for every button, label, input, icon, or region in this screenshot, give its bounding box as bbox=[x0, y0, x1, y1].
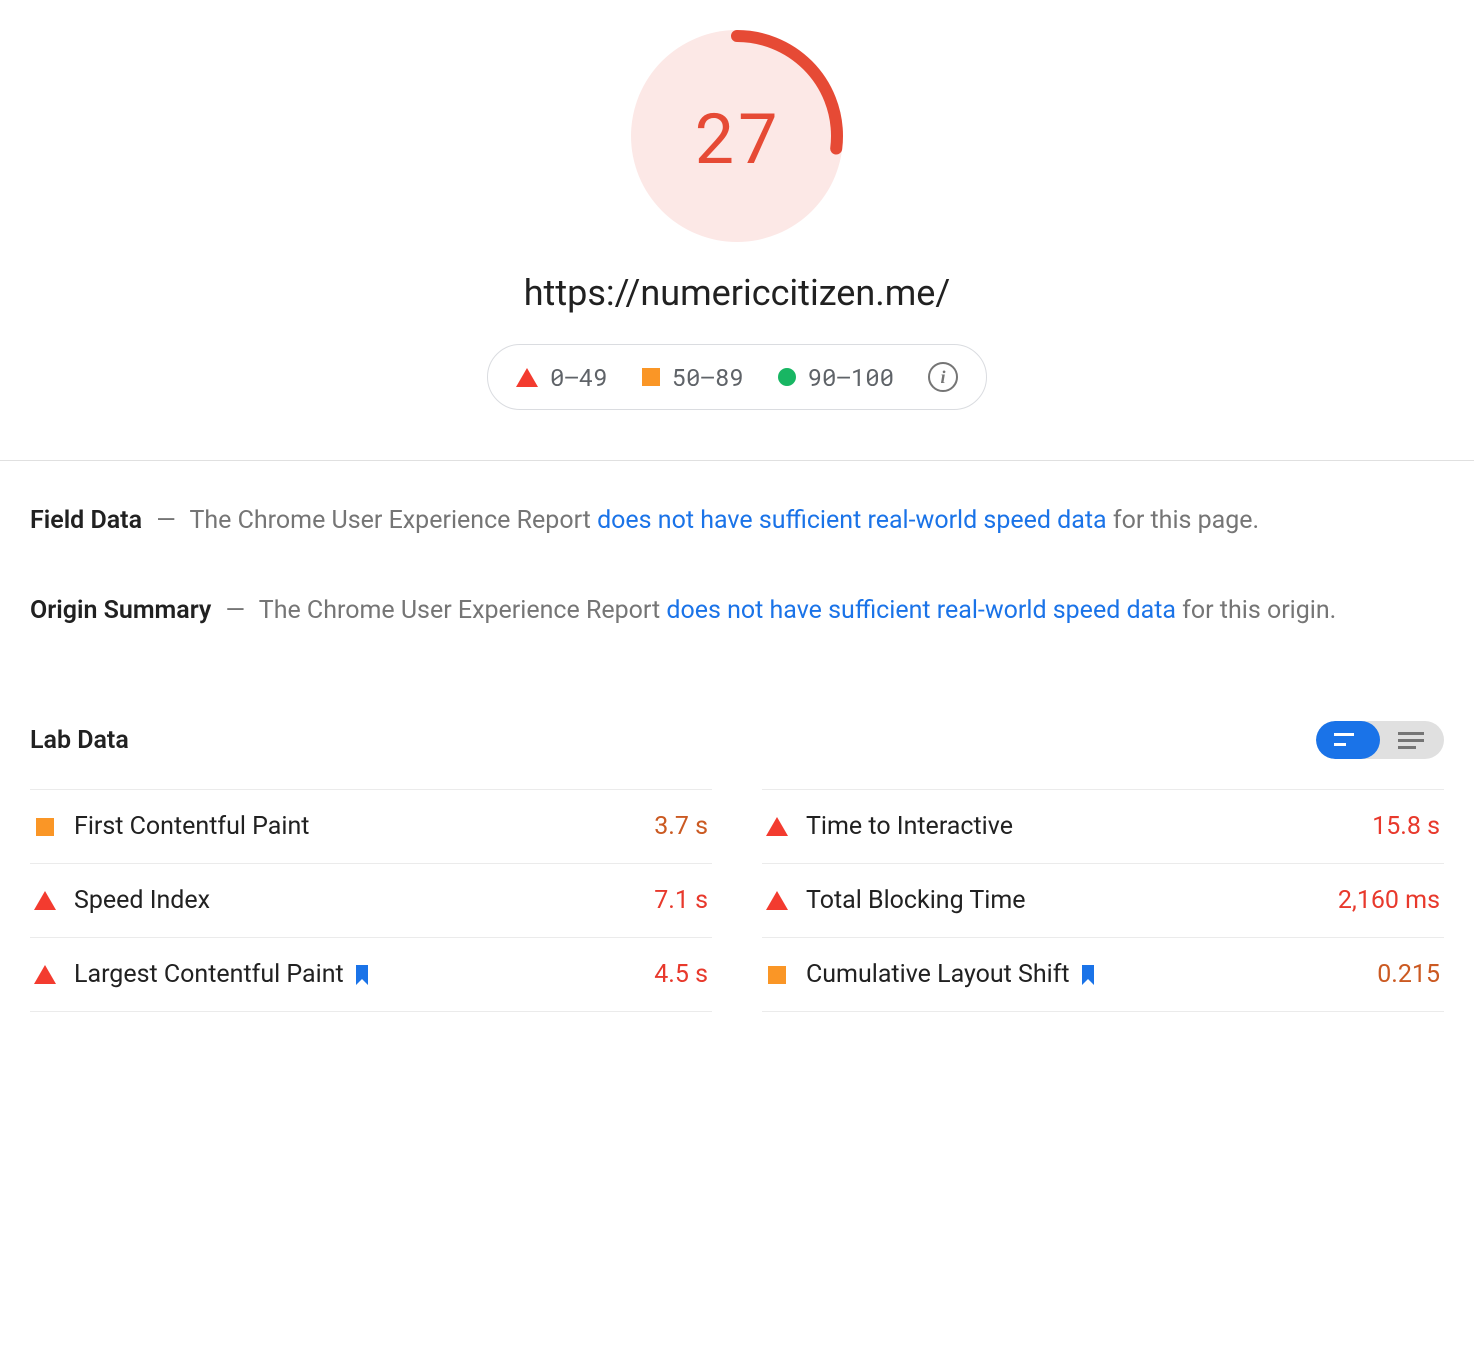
lab-data-title: Lab Data bbox=[30, 726, 129, 755]
metric-status-icon bbox=[34, 891, 56, 910]
square-icon bbox=[36, 818, 54, 836]
separator: — bbox=[226, 596, 246, 625]
bookmark-icon bbox=[1080, 965, 1096, 985]
triangle-icon bbox=[34, 965, 56, 984]
score-legend: 0–49 50–89 90–100 i bbox=[487, 344, 987, 410]
metric-status-icon bbox=[34, 818, 56, 836]
metric-row[interactable]: Speed Index 7.1 s bbox=[30, 863, 712, 937]
toggle-expanded-view[interactable] bbox=[1380, 721, 1444, 759]
score-value: 27 bbox=[631, 30, 843, 242]
origin-summary-pre: The Chrome User Experience Report bbox=[259, 596, 667, 625]
metric-value: 2,160 ms bbox=[1338, 886, 1440, 915]
metric-label: Cumulative Layout Shift bbox=[806, 960, 1359, 989]
metric-value: 0.215 bbox=[1377, 960, 1440, 989]
legend-poor-range: 0–49 bbox=[550, 361, 608, 393]
field-data-section: Field Data — The Chrome User Experience … bbox=[30, 501, 1444, 541]
origin-summary-link[interactable]: does not have sufficient real-world spee… bbox=[666, 596, 1176, 625]
field-data-pre: The Chrome User Experience Report bbox=[189, 506, 597, 535]
origin-summary-title: Origin Summary bbox=[30, 596, 211, 625]
metric-label: Time to Interactive bbox=[806, 812, 1354, 841]
metrics-column-right: Time to Interactive 15.8 s Total Blocking … bbox=[762, 789, 1444, 1012]
metric-label: Speed Index bbox=[74, 886, 636, 915]
metric-row[interactable]: First Contentful Paint 3.7 s bbox=[30, 789, 712, 863]
metric-row[interactable]: Total Blocking Time 2,160 ms bbox=[762, 863, 1444, 937]
separator: — bbox=[156, 506, 176, 535]
page-url: https://numericcitizen.me/ bbox=[524, 272, 951, 314]
triangle-icon bbox=[766, 891, 788, 910]
field-data-link[interactable]: does not have sufficient real-world spee… bbox=[597, 506, 1107, 535]
metric-value: 3.7 s bbox=[654, 812, 708, 841]
triangle-icon bbox=[516, 368, 538, 387]
origin-summary-post: for this origin. bbox=[1176, 596, 1336, 625]
square-icon bbox=[642, 368, 660, 386]
origin-summary-section: Origin Summary — The Chrome User Experie… bbox=[30, 591, 1444, 631]
bookmark-icon bbox=[354, 965, 370, 985]
metric-row[interactable]: Largest Contentful Paint 4.5 s bbox=[30, 937, 712, 1012]
legend-average: 50–89 bbox=[642, 361, 744, 393]
view-toggle bbox=[1316, 721, 1444, 759]
score-summary: 27 https://numericcitizen.me/ 0–49 50–89… bbox=[0, 0, 1474, 461]
lines-icon bbox=[1398, 731, 1426, 749]
field-data-title: Field Data bbox=[30, 506, 142, 535]
square-icon bbox=[768, 966, 786, 984]
metric-row[interactable]: Time to Interactive 15.8 s bbox=[762, 789, 1444, 863]
lab-data-header: Lab Data bbox=[30, 721, 1444, 759]
info-icon[interactable]: i bbox=[928, 362, 958, 392]
score-gauge: 27 bbox=[631, 30, 843, 242]
metric-row[interactable]: Cumulative Layout Shift 0.215 bbox=[762, 937, 1444, 1012]
triangle-icon bbox=[766, 817, 788, 836]
metric-status-icon bbox=[766, 817, 788, 836]
metric-label: Largest Contentful Paint bbox=[74, 960, 636, 989]
field-data-post: for this page. bbox=[1107, 506, 1259, 535]
triangle-icon bbox=[34, 891, 56, 910]
legend-poor: 0–49 bbox=[516, 361, 608, 393]
circle-icon bbox=[778, 368, 796, 386]
metric-value: 15.8 s bbox=[1372, 812, 1440, 841]
metric-status-icon bbox=[766, 891, 788, 910]
legend-good-range: 90–100 bbox=[808, 361, 894, 393]
metrics-column-left: First Contentful Paint 3.7 s Speed Index 7.… bbox=[30, 789, 712, 1012]
toggle-simplified-view[interactable] bbox=[1316, 721, 1380, 759]
legend-average-range: 50–89 bbox=[672, 361, 744, 393]
content-area: Field Data — The Chrome User Experience … bbox=[0, 461, 1474, 1032]
metrics-grid: First Contentful Paint 3.7 s Speed Index 7.… bbox=[30, 789, 1444, 1012]
metric-value: 4.5 s bbox=[654, 960, 708, 989]
metric-label: First Contentful Paint bbox=[74, 812, 636, 841]
bars-icon bbox=[1334, 731, 1362, 749]
metric-value: 7.1 s bbox=[654, 886, 708, 915]
legend-good: 90–100 bbox=[778, 361, 894, 393]
metric-status-icon bbox=[34, 965, 56, 984]
metric-label: Total Blocking Time bbox=[806, 886, 1320, 915]
metric-status-icon bbox=[766, 966, 788, 984]
